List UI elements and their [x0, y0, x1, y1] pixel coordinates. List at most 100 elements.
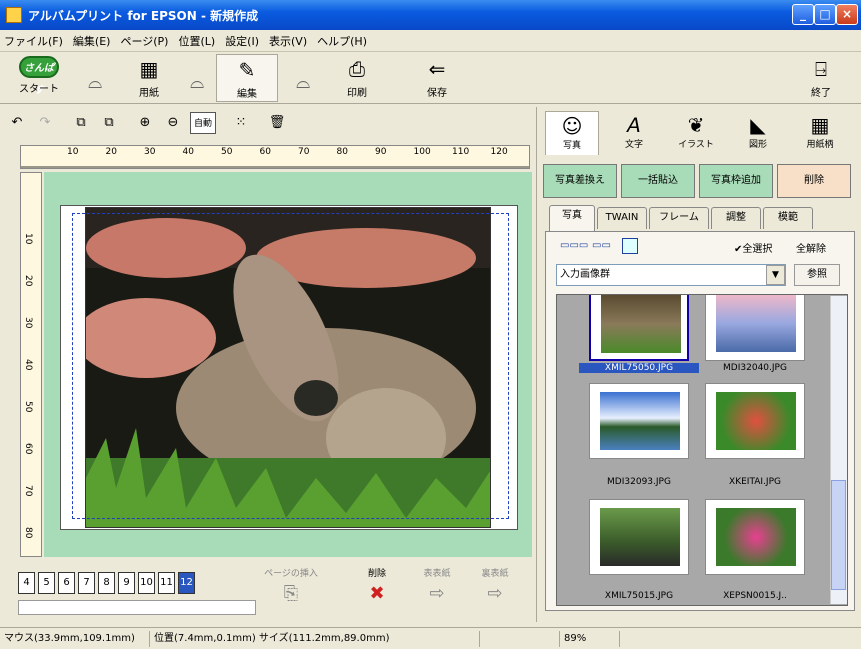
- subtab-frame[interactable]: フレーム: [649, 207, 709, 229]
- grid-icon[interactable]: ⁙: [230, 112, 252, 134]
- ruler-tick-label: 30: [23, 317, 33, 329]
- thumbnail[interactable]: [589, 295, 689, 361]
- main-toolbar: さんぱす スタート ⌓ ▦ 用紙 ⌓ ✎ 編集 ⌓ ⎙ 印刷 ⇐ 保存 ⍈ 終了: [0, 52, 861, 104]
- front-cover-button[interactable]: 表表紙 ⇨: [414, 566, 460, 612]
- flow-arrow-icon: ⌓: [190, 72, 205, 93]
- insert-page-label: ページの挿入: [264, 569, 318, 579]
- browse-button[interactable]: 参照: [794, 264, 840, 286]
- large-thumbs-icon[interactable]: [622, 238, 638, 254]
- thumbnail[interactable]: [705, 383, 805, 459]
- scrollbar-thumb[interactable]: [831, 480, 846, 590]
- mouse-position: マウス(33.9mm,109.1mm): [0, 630, 150, 647]
- thumbnail[interactable]: [705, 499, 805, 575]
- edit-button[interactable]: ✎ 編集: [216, 54, 278, 102]
- start-button[interactable]: さんぱす スタート: [8, 54, 70, 102]
- replace-photo-button[interactable]: 写真差換え: [543, 164, 617, 198]
- zoom-out-icon[interactable]: ⊖: [162, 112, 184, 134]
- auto-zoom-button[interactable]: 自動: [190, 112, 216, 134]
- add-frame-button[interactable]: 写真枠追加: [699, 164, 773, 198]
- thumbnail-image: [600, 392, 680, 450]
- medium-thumbs-icon[interactable]: ▭▭: [592, 240, 611, 251]
- thumbnail-label: XEPSN0015.J..: [723, 591, 787, 601]
- exit-label: 終了: [811, 88, 831, 99]
- trash-icon[interactable]: 🗑: [266, 112, 288, 134]
- ruler-tick-label: 90: [375, 147, 387, 157]
- chevron-down-icon[interactable]: ▼: [766, 265, 785, 285]
- thumbnail[interactable]: [589, 499, 689, 575]
- ruler-tick-label: 100: [413, 147, 431, 157]
- subtab-photo[interactable]: 写真: [549, 205, 595, 231]
- deselect-all-button[interactable]: 全解除: [796, 240, 826, 255]
- thumbnail[interactable]: [589, 383, 689, 459]
- save-button[interactable]: ⇐ 保存: [406, 54, 468, 102]
- close-button[interactable]: ×: [836, 4, 858, 25]
- page-tab[interactable]: 9: [118, 572, 135, 594]
- subtab-template[interactable]: 模範: [763, 207, 813, 229]
- tab-shape[interactable]: ◣ 図形: [731, 111, 785, 155]
- menu-position[interactable]: 位置(L): [178, 33, 215, 49]
- page-tab[interactable]: 10: [138, 572, 155, 594]
- folder-select[interactable]: 入力画像群: [556, 264, 786, 286]
- page-tab[interactable]: 11: [158, 572, 175, 594]
- page-tab[interactable]: 4: [18, 572, 35, 594]
- tab-photo[interactable]: ☺ 写真: [545, 111, 599, 155]
- page-tab[interactable]: 7: [78, 572, 95, 594]
- front-cover-icon: ⇨: [429, 583, 445, 604]
- paper-button[interactable]: ▦ 用紙: [118, 54, 180, 102]
- print-button[interactable]: ⎙ 印刷: [326, 54, 388, 102]
- app-icon: [6, 7, 22, 23]
- bring-front-icon[interactable]: ⧉: [70, 112, 92, 134]
- insert-page-button[interactable]: ページの挿入 ⎘: [260, 566, 322, 612]
- redo-icon[interactable]: ↷: [34, 112, 56, 134]
- page-tab[interactable]: 8: [98, 572, 115, 594]
- tab-paper-pattern[interactable]: ▦ 用紙柄: [793, 111, 847, 155]
- undo-icon[interactable]: ↶: [6, 112, 28, 134]
- tab-text[interactable]: 𝘈 文字: [607, 111, 661, 155]
- start-icon: さんぱす: [19, 56, 59, 96]
- delete-photo-button[interactable]: 削除: [777, 164, 851, 198]
- tab-text-label: 文字: [624, 140, 643, 150]
- exit-button[interactable]: ⍈ 終了: [790, 54, 852, 102]
- tab-illust[interactable]: ❦ イラスト: [669, 111, 723, 155]
- ruler-tick-label: 40: [23, 359, 33, 371]
- photo-action-bar: 写真差換え 一括貼込 写真枠追加 削除: [543, 164, 855, 198]
- menu-settings[interactable]: 設定(I): [225, 33, 259, 49]
- horizontal-ruler: 10 20 30 40 50 60 70 80 90 100 110 120: [20, 145, 530, 169]
- send-back-icon[interactable]: ⧉: [98, 112, 120, 134]
- page-tab[interactable]: 5: [38, 572, 55, 594]
- zoom-in-icon[interactable]: ⊕: [134, 112, 156, 134]
- page-tab[interactable]: 6: [58, 572, 75, 594]
- vertical-ruler: 10 20 30 40 50 60 70 80: [20, 172, 42, 557]
- ruler-tick-label: 70: [23, 485, 33, 497]
- maximize-button[interactable]: □: [814, 4, 836, 25]
- insert-page-icon: ⎘: [283, 583, 299, 604]
- menu-file[interactable]: ファイル(F): [4, 33, 63, 49]
- subtab-adjust[interactable]: 調整: [711, 207, 761, 229]
- delete-page-label: 削除: [367, 569, 386, 579]
- ruler-tick-label: 20: [105, 147, 117, 157]
- minimize-button[interactable]: _: [792, 4, 814, 25]
- ruler-tick-label: 60: [259, 147, 271, 157]
- selection-frame[interactable]: [72, 213, 509, 519]
- menu-page[interactable]: ページ(P): [120, 33, 168, 49]
- menu-help[interactable]: ヘルプ(H): [317, 33, 367, 49]
- text-icon: 𝘈: [627, 113, 641, 137]
- select-all-button[interactable]: ✔全選択: [734, 240, 772, 255]
- thumbnail-list[interactable]: XMIL75050.JPG MDI32040.JPG MDI32093.JPG …: [556, 294, 848, 606]
- paper-pattern-icon: ▦: [810, 113, 830, 137]
- page-tab-current[interactable]: 12: [178, 572, 195, 594]
- selection-position: 位置(7.4mm,0.1mm) サイズ(111.2mm,89.0mm): [150, 630, 480, 647]
- delete-page-button[interactable]: 削除 ✖: [354, 566, 400, 612]
- thumbnail-image: [716, 392, 796, 450]
- menu-view[interactable]: 表示(V): [269, 33, 307, 49]
- save-label: 保存: [427, 88, 447, 99]
- back-cover-button[interactable]: 裏表紙 ⇨: [472, 566, 518, 612]
- bulk-paste-button[interactable]: 一括貼込: [621, 164, 695, 198]
- page-scrollbar[interactable]: [18, 600, 256, 615]
- small-thumbs-icon[interactable]: ▭▭▭: [560, 240, 588, 251]
- title-bar: アルバムプリント for EPSON - 新規作成 _ □ ×: [0, 0, 861, 30]
- thumbnail[interactable]: [705, 295, 805, 361]
- subtab-twain[interactable]: TWAIN: [597, 207, 647, 229]
- thumbnail-label: MDI32093.JPG: [607, 477, 671, 487]
- menu-edit[interactable]: 編集(E): [73, 33, 111, 49]
